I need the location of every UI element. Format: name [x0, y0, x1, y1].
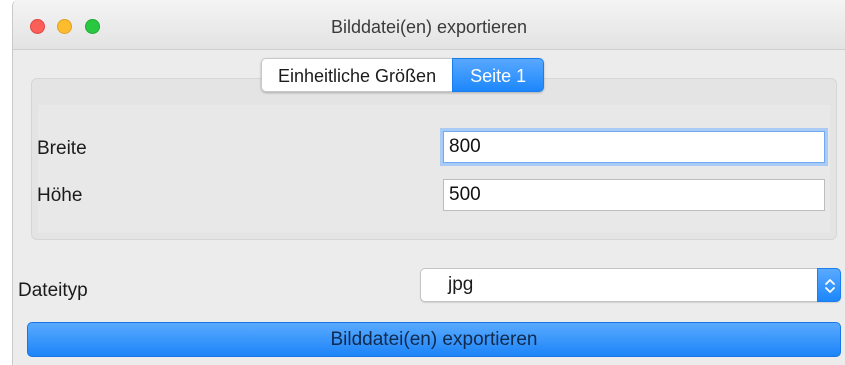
width-input[interactable]: 800	[443, 131, 825, 163]
tab-bar: Einheitliche Größen Seite 1	[261, 58, 545, 92]
height-label: Höhe	[37, 185, 83, 206]
height-input[interactable]: 500	[443, 179, 825, 211]
tab-seite-1[interactable]: Seite 1	[452, 58, 545, 92]
export-dialog-window: Bilddatei(en) exportieren Einheitliche G…	[12, 0, 845, 365]
filetype-select[interactable]: jpg	[420, 268, 841, 302]
export-button[interactable]: Bilddatei(en) exportieren	[27, 322, 841, 357]
settings-panel-content	[38, 105, 830, 233]
tab-einheitliche-groessen[interactable]: Einheitliche Größen	[261, 58, 453, 92]
window-title: Bilddatei(en) exportieren	[330, 17, 528, 37]
title-bar[interactable]: Bilddatei(en) exportieren	[13, 0, 845, 50]
filetype-label: Dateityp	[18, 280, 88, 301]
width-label: Breite	[37, 138, 87, 159]
filetype-selected-value: jpg	[448, 274, 474, 295]
select-stepper-icon[interactable]	[817, 268, 841, 302]
